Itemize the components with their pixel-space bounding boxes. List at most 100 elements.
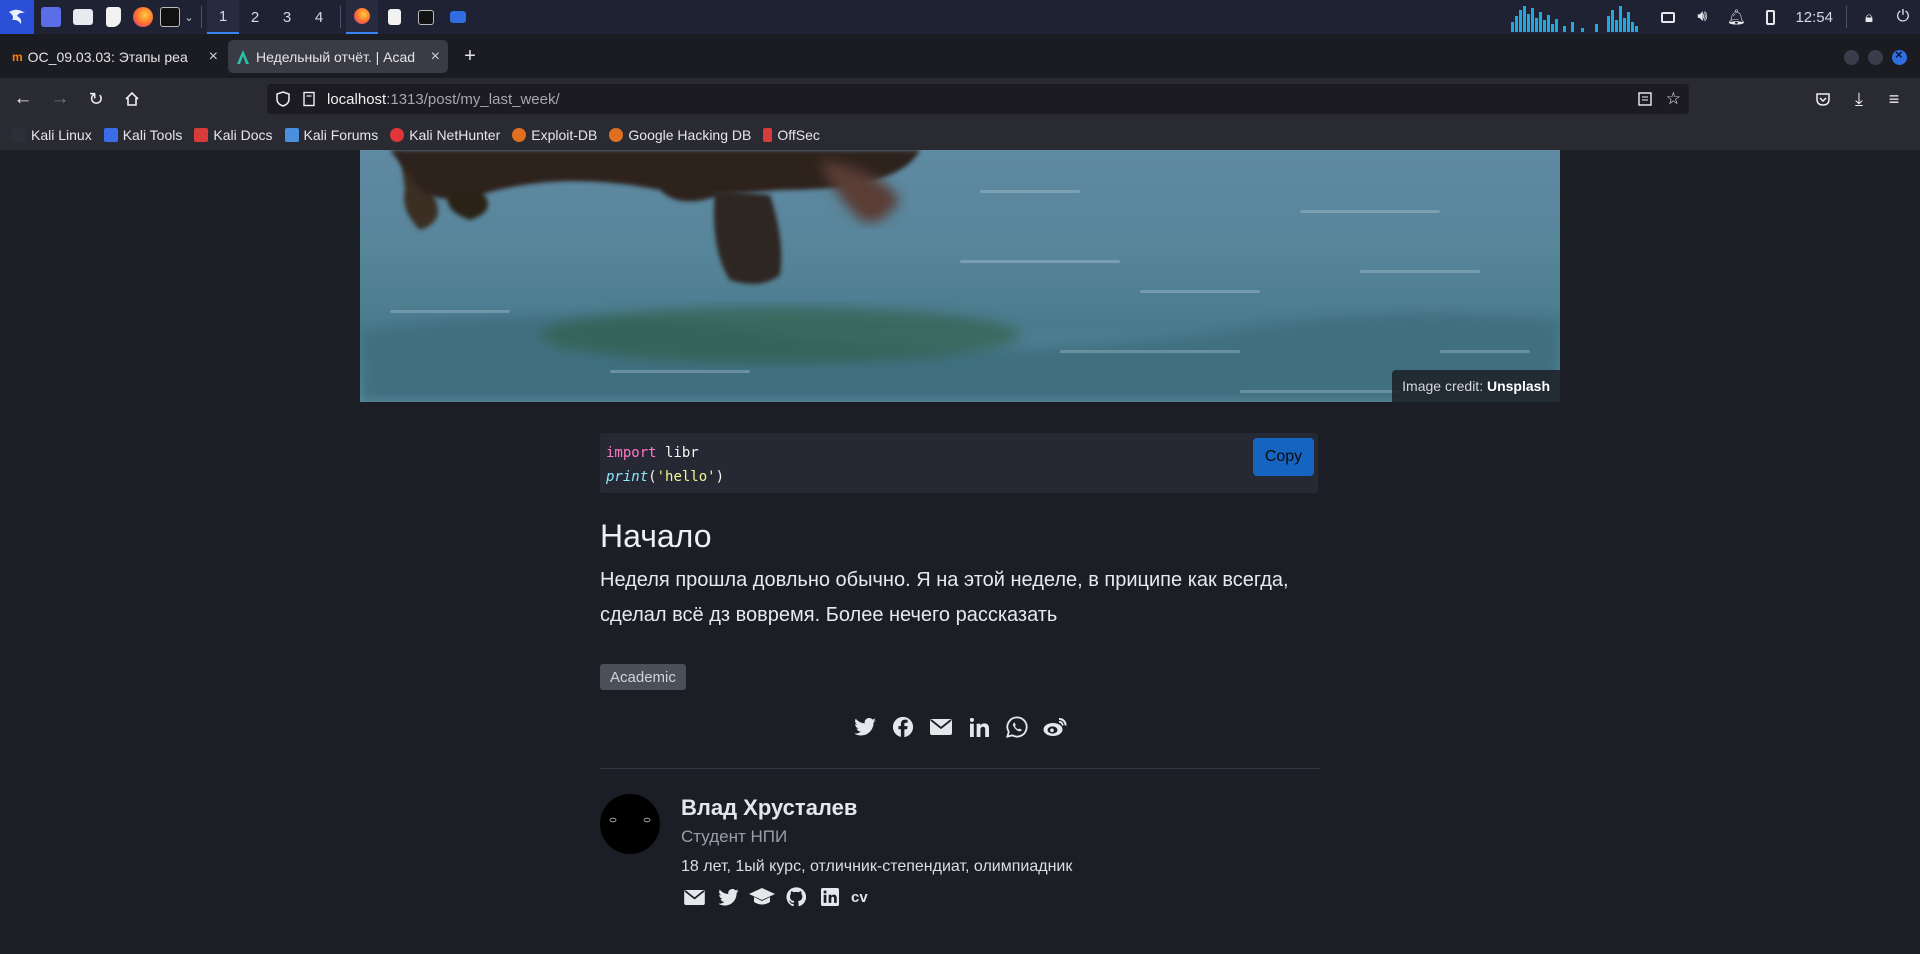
battery-icon[interactable] (1753, 0, 1787, 34)
task-files[interactable] (442, 0, 474, 34)
tab-academic[interactable]: Недельный отчёт. | Acad × (228, 40, 448, 73)
share-facebook[interactable] (890, 714, 916, 740)
bookmark-label: Kali Forums (303, 127, 379, 143)
close-icon: × (1895, 47, 1903, 62)
plus-icon: + (464, 45, 476, 67)
arrow-right-icon: → (50, 88, 70, 109)
power-icon[interactable]: ⏻ (1886, 0, 1920, 34)
tag-academic[interactable]: Academic (600, 664, 686, 690)
close-tab-icon[interactable]: × (209, 48, 218, 66)
nethunter-icon (390, 128, 405, 142)
bookmark-exploit-db[interactable]: Exploit-DB (512, 127, 597, 143)
share-twitter[interactable] (852, 714, 878, 740)
home-button[interactable] (120, 87, 144, 111)
bookmark-google-hacking-db[interactable]: Google Hacking DB (609, 127, 751, 143)
author-cv-link[interactable]: cv (851, 889, 868, 906)
linkedin-icon (969, 717, 989, 737)
display-icon[interactable] (1651, 0, 1685, 34)
file-manager-launcher[interactable] (68, 0, 98, 34)
tab-title: ОС_09.03.03: Этапы реа (27, 48, 188, 65)
bookmark-kali-forums[interactable]: Kali Forums (284, 127, 379, 143)
close-tab-icon[interactable]: × (431, 48, 440, 66)
code-line-2: print('hello') (606, 465, 1312, 489)
author-role: Студент НПИ (681, 827, 788, 846)
window-minimize-button[interactable] (1844, 50, 1859, 65)
clock[interactable]: 12:54 (1787, 9, 1841, 26)
workspace-1[interactable]: 1 (207, 0, 239, 34)
author-name[interactable]: Влад Хрусталев (681, 795, 857, 821)
author-scholar-link[interactable] (749, 886, 775, 908)
bookmark-offsec[interactable]: OffSec (763, 127, 820, 143)
share-linkedin[interactable] (966, 714, 992, 740)
workspace-2[interactable]: 2 (239, 0, 271, 34)
academic-icon (237, 49, 249, 64)
downloads-button[interactable]: ⤓ (1847, 87, 1871, 111)
app-menu-button[interactable]: ≡ (1882, 87, 1906, 111)
divider (600, 768, 1320, 769)
whatsapp-icon (1006, 716, 1028, 738)
author-twitter-link[interactable] (715, 886, 741, 908)
bookmark-kali-tools[interactable]: Kali Tools (103, 127, 182, 143)
kali-forums-icon (284, 128, 299, 142)
reader-mode-icon[interactable] (1637, 91, 1653, 107)
code-keyword: import (606, 445, 657, 461)
share-whatsapp[interactable] (1004, 714, 1030, 740)
author-github-link[interactable] (783, 886, 809, 908)
back-button[interactable]: ← (11, 87, 35, 111)
launcher-dropdown[interactable]: ⌄ (182, 0, 196, 34)
volume-icon[interactable]: 🔊︎ (1685, 0, 1719, 34)
page-info-icon[interactable] (301, 91, 317, 107)
workspace-4[interactable]: 4 (303, 0, 335, 34)
image-credit-link[interactable]: Unsplash (1487, 378, 1550, 394)
show-desktop-button[interactable] (34, 0, 68, 34)
window-close-button[interactable]: × (1892, 47, 1907, 65)
address-bar[interactable]: localhost:1313/post/my_last_week/ ☆ (267, 84, 1689, 114)
firefox-launcher[interactable] (128, 0, 158, 34)
pocket-button[interactable] (1811, 87, 1835, 111)
code-string: 'hello' (656, 469, 716, 485)
share-email[interactable] (928, 714, 954, 740)
ghdb-icon (609, 128, 624, 142)
bookmark-kali-linux[interactable]: Kali Linux (12, 127, 92, 143)
lock-screen-icon[interactable]: 🔒︎ (1852, 0, 1886, 34)
copy-code-button[interactable]: Copy (1253, 438, 1314, 476)
desktop-icon (41, 7, 61, 27)
share-weibo[interactable] (1042, 714, 1068, 740)
kali-menu-button[interactable] (0, 0, 34, 34)
email-icon (683, 889, 705, 905)
bookmark-kali-nethunter[interactable]: Kali NetHunter (390, 127, 500, 143)
article-paragraph: Неделя прошла довльно обычно. Я на этой … (600, 569, 1289, 626)
bookmark-kali-docs[interactable]: Kali Docs (194, 127, 273, 143)
author-avatar[interactable] (600, 794, 660, 854)
window-maximize-button[interactable] (1868, 50, 1883, 65)
task-terminal[interactable] (410, 0, 442, 34)
code-block: import libr print('hello') Copy (600, 433, 1318, 493)
share-buttons (852, 714, 1068, 740)
tab-moodle[interactable]: m ОС_09.03.03: Этапы реа × (4, 40, 226, 73)
text-editor-icon (105, 7, 121, 27)
terminal-launcher[interactable] (158, 0, 182, 34)
text-editor-launcher[interactable] (98, 0, 128, 34)
bookmark-star-icon[interactable]: ☆ (1666, 89, 1681, 109)
offsec-icon (763, 128, 773, 142)
forward-button[interactable]: → (48, 87, 72, 111)
author-email-link[interactable] (681, 886, 707, 908)
bookmark-label: OffSec (777, 127, 820, 143)
workspace-3[interactable]: 3 (271, 0, 303, 34)
task-firefox[interactable] (346, 0, 378, 34)
task-editor[interactable] (378, 0, 410, 34)
code-text: libr (656, 445, 699, 461)
email-icon (930, 719, 952, 735)
reload-button[interactable]: ↻ (84, 87, 108, 111)
author-linkedin-link[interactable] (817, 886, 843, 908)
featured-image: Image credit: Unsplash (360, 150, 1560, 402)
new-tab-button[interactable]: + (456, 40, 484, 73)
bookmarks-toolbar: Kali Linux Kali Tools Kali Docs Kali For… (0, 120, 1920, 150)
code-text: ( (648, 469, 657, 485)
twitter-icon (717, 888, 739, 905)
moodle-icon: m (12, 49, 23, 64)
hamburger-menu-icon: ≡ (1888, 88, 1900, 109)
shield-icon[interactable] (275, 91, 291, 107)
notification-bell-icon[interactable]: 🔔︎ (1719, 0, 1753, 34)
facebook-icon (892, 716, 914, 738)
